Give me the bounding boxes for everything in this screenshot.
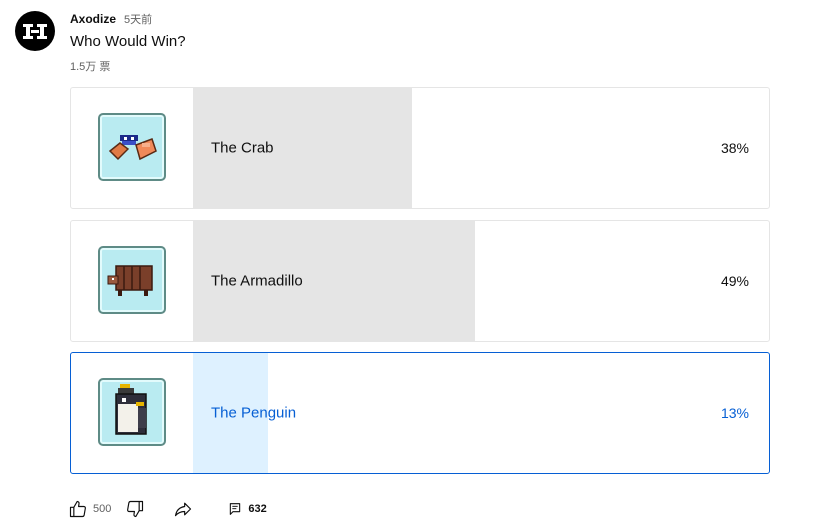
thumbs-down-icon <box>127 500 144 518</box>
comment-icon <box>230 503 241 515</box>
share-button[interactable] <box>173 499 193 519</box>
poll-question: Who Would Win? <box>70 33 186 50</box>
penguin-icon <box>115 384 147 435</box>
option-label: The Crab <box>211 139 274 157</box>
option-image <box>98 113 166 181</box>
comments-button[interactable]: 632 <box>227 501 267 517</box>
crab-icon <box>108 135 157 161</box>
share-icon <box>175 502 192 517</box>
option-percent: 13% <box>720 405 749 421</box>
comment-count: 632 <box>248 503 267 515</box>
like-button[interactable]: 500 <box>68 499 111 519</box>
post-actions: 500 632 <box>68 498 267 520</box>
poll-option-penguin[interactable]: The Penguin 13% <box>70 352 770 474</box>
option-percent: 38% <box>720 140 749 156</box>
post-header: Axodize 5天前 <box>70 11 152 27</box>
vote-count: 1.5万 票 <box>70 61 111 73</box>
channel-avatar[interactable] <box>15 11 55 51</box>
option-image <box>98 246 166 314</box>
thumbs-up-icon <box>69 500 86 518</box>
like-count: 500 <box>93 503 112 515</box>
armadillo-icon <box>107 265 153 296</box>
option-percent: 49% <box>720 273 749 289</box>
post-time[interactable]: 5天前 <box>124 11 152 27</box>
option-image <box>98 378 166 446</box>
author-name[interactable]: Axodize <box>70 12 116 26</box>
poll-option-crab[interactable]: The Crab 38% <box>70 87 770 209</box>
option-label: The Armadillo <box>211 272 303 290</box>
option-label: The Penguin <box>211 404 297 422</box>
channel-logo-icon <box>23 24 47 39</box>
dislike-button[interactable] <box>125 499 145 519</box>
poll-option-armadillo[interactable]: The Armadillo 49% <box>70 220 770 342</box>
